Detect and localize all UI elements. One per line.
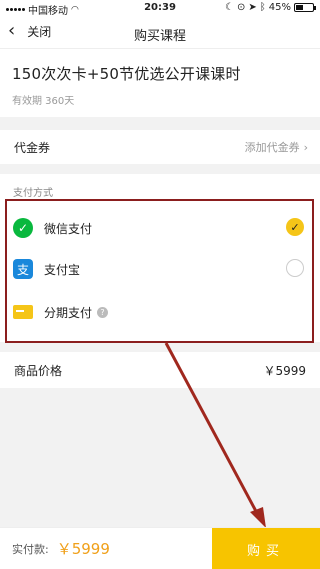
nav-bar: ‹ 关闭 购买课程 — [0, 17, 320, 49]
payment-section-label: 支付方式 — [13, 188, 53, 199]
pay-amount: ￥5999 — [56, 540, 110, 558]
page-title: 购买课程 — [133, 29, 186, 44]
checkout-bar: 实付款: ￥5999 购买 — [0, 527, 320, 569]
price-value: ￥5999 — [263, 363, 306, 378]
battery-percent: 45% — [268, 2, 291, 13]
status-right: ☾ ⊙ ➤ ᛒ 45% — [225, 2, 316, 13]
course-info: 150次次卡+50节优选公开课课时 有效期 360天 — [0, 49, 320, 117]
course-validity: 有效期 360天 — [12, 96, 75, 107]
pay-label: 实付款: — [12, 542, 49, 556]
buy-button[interactable]: 购买 — [212, 528, 320, 569]
status-bar: 中国移动 ◠ 20:39 ☾ ⊙ ➤ ᛒ 45% — [0, 0, 320, 17]
lock-icon: ⊙ — [236, 2, 246, 13]
add-voucher-label: 添加代金券 — [244, 141, 300, 154]
battery-icon — [294, 3, 316, 12]
add-voucher-link[interactable]: 添加代金券 › — [245, 139, 308, 155]
voucher-label: 代金券 — [14, 140, 51, 155]
location-icon: ➤ — [248, 2, 257, 13]
bluetooth-icon: ᛒ — [259, 2, 266, 13]
price-row: 商品价格 ￥5999 — [0, 352, 320, 388]
price-label: 商品价格 — [14, 363, 63, 378]
course-name: 150次次卡+50节优选公开课课时 — [12, 65, 241, 83]
moon-icon: ☾ — [225, 2, 234, 13]
chevron-right-icon: › — [303, 140, 308, 154]
voucher-row[interactable]: 代金券 添加代金券 › — [0, 130, 320, 164]
highlight-box — [5, 199, 314, 343]
purchase-page: 中国移动 ◠ 20:39 ☾ ⊙ ➤ ᛒ 45% ‹ 关闭 购买课程 150次次… — [0, 0, 320, 569]
